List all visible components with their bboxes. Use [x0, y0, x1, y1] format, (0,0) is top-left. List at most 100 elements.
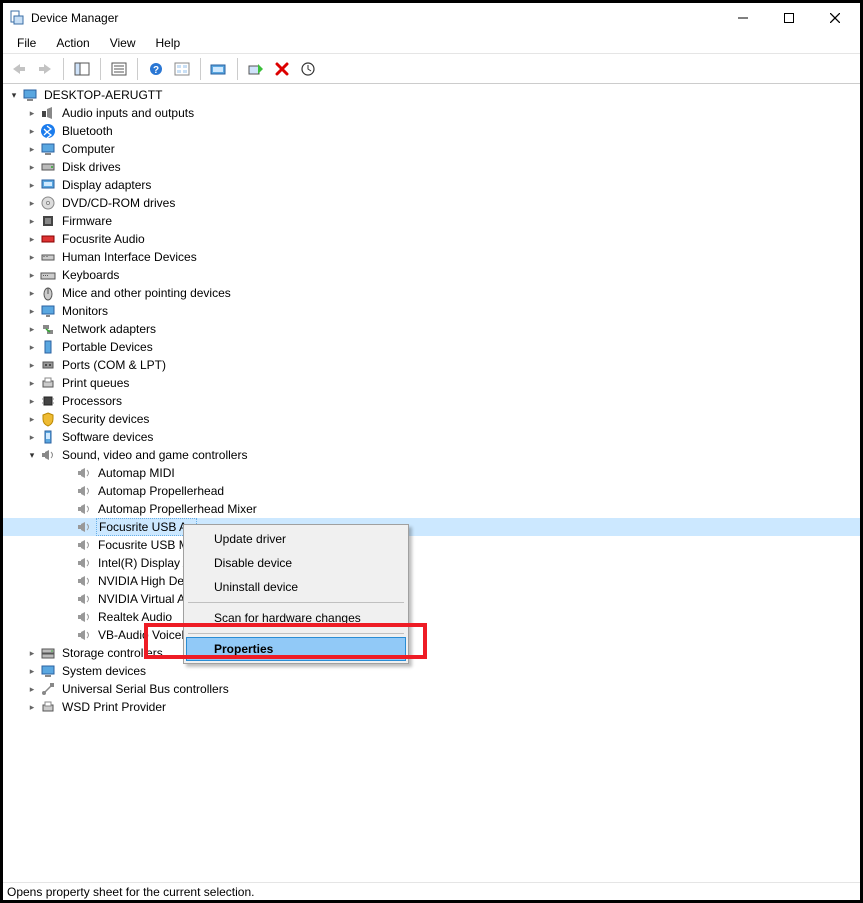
ctx-disable-device[interactable]: Disable device: [186, 551, 406, 575]
tree-category[interactable]: ▸ Computer: [3, 140, 860, 158]
category-icon: [40, 105, 56, 121]
menu-view[interactable]: View: [100, 33, 146, 53]
close-button[interactable]: [812, 3, 858, 33]
tree-category[interactable]: ▸ Firmware: [3, 212, 860, 230]
collapse-arrow-icon[interactable]: ▸: [25, 106, 39, 120]
ctx-uninstall-device[interactable]: Uninstall device: [186, 575, 406, 599]
menu-action[interactable]: Action: [46, 33, 99, 53]
ctx-scan-hardware[interactable]: Scan for hardware changes: [186, 606, 406, 630]
window-title: Device Manager: [31, 11, 720, 25]
tree-category[interactable]: ▾ Sound, video and game controllers: [3, 446, 860, 464]
help-toolbar-button[interactable]: ?: [144, 57, 168, 81]
category-icon: [40, 213, 56, 229]
show-hide-console-tree-button[interactable]: [70, 57, 94, 81]
collapse-arrow-icon[interactable]: ▸: [25, 250, 39, 264]
collapse-arrow-icon[interactable]: ▸: [25, 196, 39, 210]
category-icon: [40, 699, 56, 715]
expand-arrow-icon[interactable]: ▾: [25, 448, 39, 462]
tree-category[interactable]: ▸ Security devices: [3, 410, 860, 428]
menu-file[interactable]: File: [7, 33, 46, 53]
tree-category[interactable]: ▸ Human Interface Devices: [3, 248, 860, 266]
collapse-arrow-icon[interactable]: ▸: [25, 268, 39, 282]
tree-category[interactable]: ▸ WSD Print Provider: [3, 698, 860, 716]
category-icon: [40, 267, 56, 283]
collapse-arrow-icon[interactable]: ▸: [25, 124, 39, 138]
tree-category[interactable]: ▸ Display adapters: [3, 176, 860, 194]
tree-root[interactable]: ▾ DESKTOP-AERUGTT: [3, 86, 860, 104]
properties-toolbar-button[interactable]: [107, 57, 131, 81]
collapse-arrow-icon[interactable]: ▸: [25, 412, 39, 426]
expand-arrow-icon[interactable]: ▾: [7, 88, 21, 102]
category-icon: [40, 357, 56, 373]
tree-category-label: Human Interface Devices: [60, 249, 199, 265]
collapse-arrow-icon[interactable]: ▸: [25, 178, 39, 192]
tree-category[interactable]: ▸ System devices: [3, 662, 860, 680]
collapse-arrow-icon[interactable]: ▸: [25, 700, 39, 714]
context-menu: Update driver Disable device Uninstall d…: [183, 524, 409, 664]
update-driver-toolbar-button[interactable]: [207, 57, 231, 81]
tree-category[interactable]: ▸ Universal Serial Bus controllers: [3, 680, 860, 698]
tree-device[interactable]: Automap MIDI: [3, 464, 860, 482]
tree-device[interactable]: Realtek Audio: [3, 608, 860, 626]
menu-help[interactable]: Help: [146, 33, 191, 53]
tree-category[interactable]: ▸ Print queues: [3, 374, 860, 392]
svg-text:?: ?: [153, 65, 159, 76]
collapse-arrow-icon[interactable]: ▸: [25, 430, 39, 444]
tree-device[interactable]: Automap Propellerhead: [3, 482, 860, 500]
tree-category[interactable]: ▸ Network adapters: [3, 320, 860, 338]
tree-category[interactable]: ▸ Audio inputs and outputs: [3, 104, 860, 122]
collapse-arrow-icon[interactable]: ▸: [25, 358, 39, 372]
tree-category[interactable]: ▸ Keyboards: [3, 266, 860, 284]
collapse-arrow-icon[interactable]: ▸: [25, 664, 39, 678]
collapse-arrow-icon[interactable]: ▸: [25, 322, 39, 336]
collapse-arrow-icon[interactable]: ▸: [25, 232, 39, 246]
tree-category[interactable]: ▸ DVD/CD-ROM drives: [3, 194, 860, 212]
minimize-button[interactable]: [720, 3, 766, 33]
collapse-arrow-icon[interactable]: ▸: [25, 304, 39, 318]
tree-category[interactable]: ▸ Software devices: [3, 428, 860, 446]
tree-category-label: Keyboards: [60, 267, 121, 283]
collapse-arrow-icon[interactable]: ▸: [25, 340, 39, 354]
tree-device[interactable]: Intel(R) Display A: [3, 554, 860, 572]
forward-button[interactable]: [33, 57, 57, 81]
tree-category[interactable]: ▸ Monitors: [3, 302, 860, 320]
tree-category[interactable]: ▸ Bluetooth: [3, 122, 860, 140]
tree-category[interactable]: ▸ Portable Devices: [3, 338, 860, 356]
scan-hardware-toolbar-button[interactable]: [296, 57, 320, 81]
collapse-arrow-icon[interactable]: ▸: [25, 376, 39, 390]
collapse-arrow-icon[interactable]: ▸: [25, 394, 39, 408]
tree-category-label: Storage controllers: [60, 645, 165, 661]
tree-category[interactable]: ▸ Processors: [3, 392, 860, 410]
tree-device[interactable]: VB-Audio VoiceM: [3, 626, 860, 644]
tree-device[interactable]: Focusrite USB Au: [3, 518, 860, 536]
maximize-button[interactable]: [766, 3, 812, 33]
speaker-icon: [76, 519, 92, 535]
tree-device[interactable]: Focusrite USB M: [3, 536, 860, 554]
tree-category[interactable]: ▸ Mice and other pointing devices: [3, 284, 860, 302]
view-toolbar-button[interactable]: [170, 57, 194, 81]
tree-category[interactable]: ▸ Disk drives: [3, 158, 860, 176]
collapse-arrow-icon[interactable]: ▸: [25, 682, 39, 696]
category-icon: [40, 177, 56, 193]
ctx-separator: [188, 602, 404, 603]
tree-category[interactable]: ▸ Focusrite Audio: [3, 230, 860, 248]
enable-device-toolbar-button[interactable]: [244, 57, 268, 81]
ctx-properties[interactable]: Properties: [186, 637, 406, 661]
tree-category[interactable]: ▸ Ports (COM & LPT): [3, 356, 860, 374]
uninstall-device-toolbar-button[interactable]: [270, 57, 294, 81]
device-tree[interactable]: ▾ DESKTOP-AERUGTT ▸ Audio inputs and out…: [3, 84, 860, 882]
speaker-icon: [76, 555, 92, 571]
tree-device[interactable]: NVIDIA Virtual A: [3, 590, 860, 608]
collapse-arrow-icon[interactable]: ▸: [25, 214, 39, 228]
collapse-arrow-icon[interactable]: ▸: [25, 646, 39, 660]
tree-device[interactable]: Automap Propellerhead Mixer: [3, 500, 860, 518]
collapse-arrow-icon[interactable]: ▸: [25, 160, 39, 174]
ctx-update-driver[interactable]: Update driver: [186, 527, 406, 551]
collapse-arrow-icon[interactable]: ▸: [25, 286, 39, 300]
collapse-arrow-icon[interactable]: ▸: [25, 142, 39, 156]
tree-device[interactable]: NVIDIA High Def: [3, 572, 860, 590]
back-button[interactable]: [7, 57, 31, 81]
category-icon: [40, 663, 56, 679]
tree-category[interactable]: ▸ Storage controllers: [3, 644, 860, 662]
tree-category-label: Monitors: [60, 303, 110, 319]
